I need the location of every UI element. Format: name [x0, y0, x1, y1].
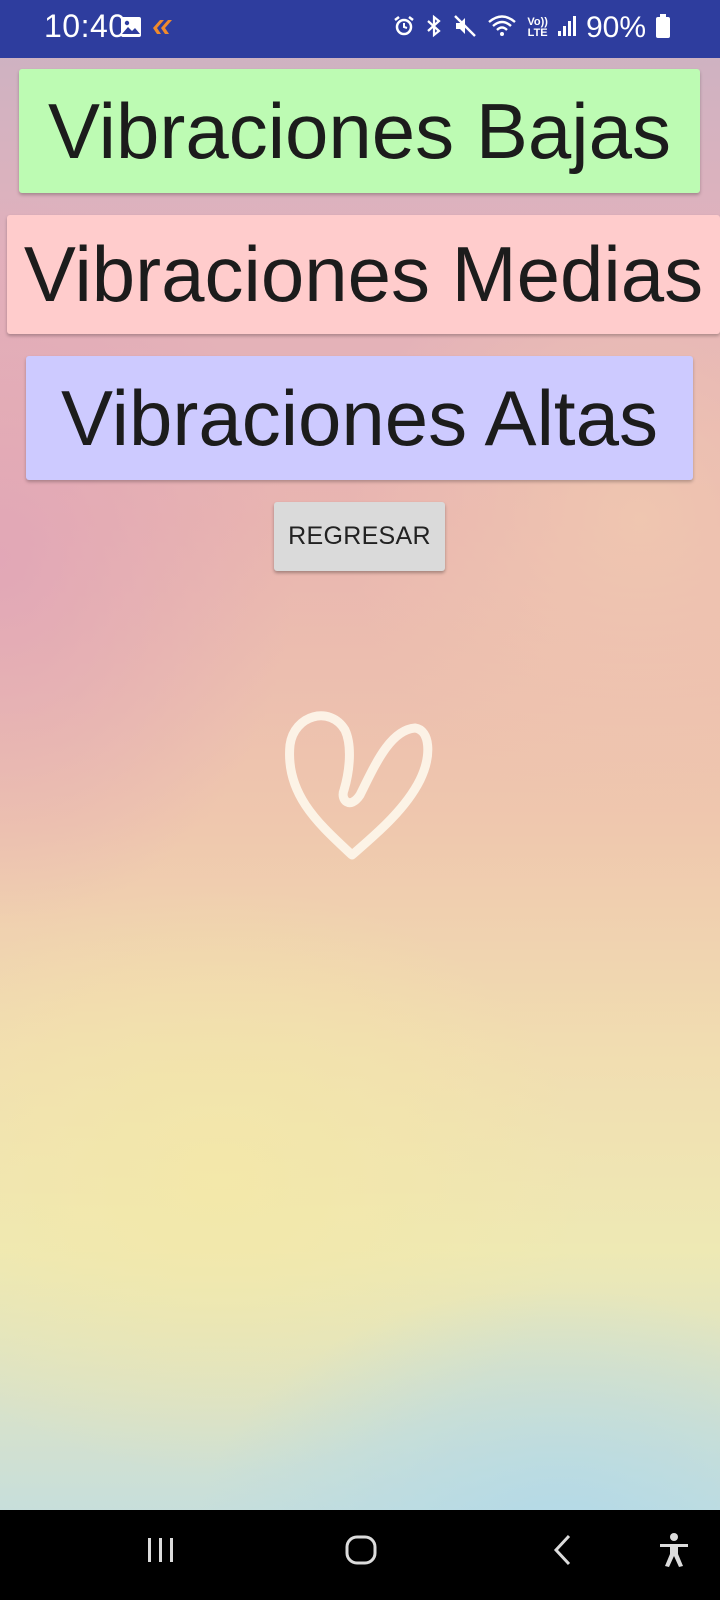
mute-icon — [453, 14, 477, 43]
volte-icon: Vo)) LTE — [527, 17, 548, 39]
wifi-icon — [487, 14, 517, 43]
app-notification-icon — [150, 16, 174, 43]
image-icon — [120, 16, 142, 43]
home-icon[interactable] — [343, 1532, 379, 1573]
medium-vibration-button[interactable]: Vibraciones Medias — [7, 215, 720, 334]
accessibility-icon[interactable] — [658, 1532, 690, 1573]
low-vibration-button[interactable]: Vibraciones Bajas — [19, 69, 700, 193]
alarm-icon — [393, 15, 415, 42]
signal-icon — [557, 15, 576, 42]
battery-percentage: 90% — [585, 11, 646, 44]
bluetooth-icon — [425, 14, 443, 43]
status-right-icons: Vo)) LTE 90% — [393, 8, 670, 48]
volte-label-bottom: LTE — [527, 27, 548, 39]
heart-icon — [280, 700, 440, 875]
back-icon[interactable] — [550, 1532, 576, 1573]
back-button[interactable]: REGRESAR — [274, 502, 445, 571]
navigation-bar — [0, 1510, 720, 1600]
recent-apps-icon[interactable] — [145, 1532, 177, 1573]
status-bar: 10:40 Vo)) LTE 90% — [0, 0, 720, 58]
status-time: 10:40 — [44, 8, 127, 44]
battery-icon — [656, 13, 670, 43]
high-vibration-button[interactable]: Vibraciones Altas — [26, 356, 693, 480]
